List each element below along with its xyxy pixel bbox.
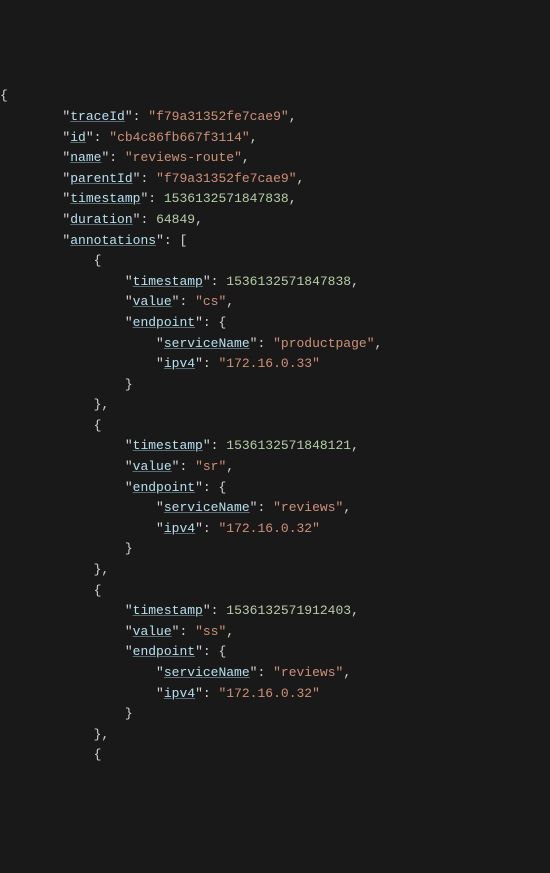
key-ann1-endpoint: endpoint bbox=[133, 480, 195, 495]
key-ann2-serviceName: serviceName bbox=[164, 665, 250, 680]
key-ann0-endpoint: endpoint bbox=[133, 315, 195, 330]
key-annotations: annotations bbox=[70, 233, 156, 248]
key-ann1-ipv4: ipv4 bbox=[164, 521, 195, 536]
key-ann2-value: value bbox=[133, 624, 172, 639]
val-ann1-value: "sr" bbox=[195, 459, 226, 474]
val-ann2-serviceName: "reviews" bbox=[273, 665, 343, 680]
brace-open: { bbox=[0, 88, 8, 103]
val-traceId: "f79a31352fe7cae9" bbox=[148, 109, 288, 124]
key-duration: duration bbox=[70, 212, 132, 227]
val-ann0-timestamp: 1536132571847838 bbox=[226, 274, 351, 289]
annotation-open: { bbox=[94, 418, 102, 433]
key-name: name bbox=[70, 150, 101, 165]
val-ann2-value: "ss" bbox=[195, 624, 226, 639]
val-parentId: "f79a31352fe7cae9" bbox=[156, 171, 296, 186]
val-ann1-timestamp: 1536132571848121 bbox=[226, 438, 351, 453]
val-ann2-ipv4: "172.16.0.32" bbox=[218, 686, 319, 701]
key-ann0-timestamp: timestamp bbox=[133, 274, 203, 289]
key-ann1-value: value bbox=[133, 459, 172, 474]
annotation-open: { bbox=[94, 583, 102, 598]
val-name: "reviews-route" bbox=[125, 150, 242, 165]
key-ann1-timestamp: timestamp bbox=[133, 438, 203, 453]
val-timestamp: 1536132571847838 bbox=[164, 191, 289, 206]
val-ann1-serviceName: "reviews" bbox=[273, 500, 343, 515]
key-ann0-value: value bbox=[133, 294, 172, 309]
val-duration: 64849 bbox=[156, 212, 195, 227]
val-ann2-timestamp: 1536132571912403 bbox=[226, 603, 351, 618]
key-ann2-ipv4: ipv4 bbox=[164, 686, 195, 701]
annotation-open: { bbox=[94, 253, 102, 268]
val-ann0-serviceName: "productpage" bbox=[273, 336, 374, 351]
key-timestamp: timestamp bbox=[70, 191, 140, 206]
key-ann2-timestamp: timestamp bbox=[133, 603, 203, 618]
val-ann0-ipv4: "172.16.0.33" bbox=[218, 356, 319, 371]
key-parentId: parentId bbox=[70, 171, 132, 186]
key-ann1-serviceName: serviceName bbox=[164, 500, 250, 515]
val-ann1-ipv4: "172.16.0.32" bbox=[218, 521, 319, 536]
val-id: "cb4c86fb667f3114" bbox=[109, 130, 249, 145]
code-block: { "traceId": "f79a31352fe7cae9", "id": "… bbox=[0, 82, 550, 770]
key-ann2-endpoint: endpoint bbox=[133, 644, 195, 659]
key-traceId: traceId bbox=[70, 109, 125, 124]
key-id: id bbox=[70, 130, 86, 145]
key-ann0-serviceName: serviceName bbox=[164, 336, 250, 351]
indent bbox=[0, 107, 62, 128]
key-ann0-ipv4: ipv4 bbox=[164, 356, 195, 371]
val-ann0-value: "cs" bbox=[195, 294, 226, 309]
